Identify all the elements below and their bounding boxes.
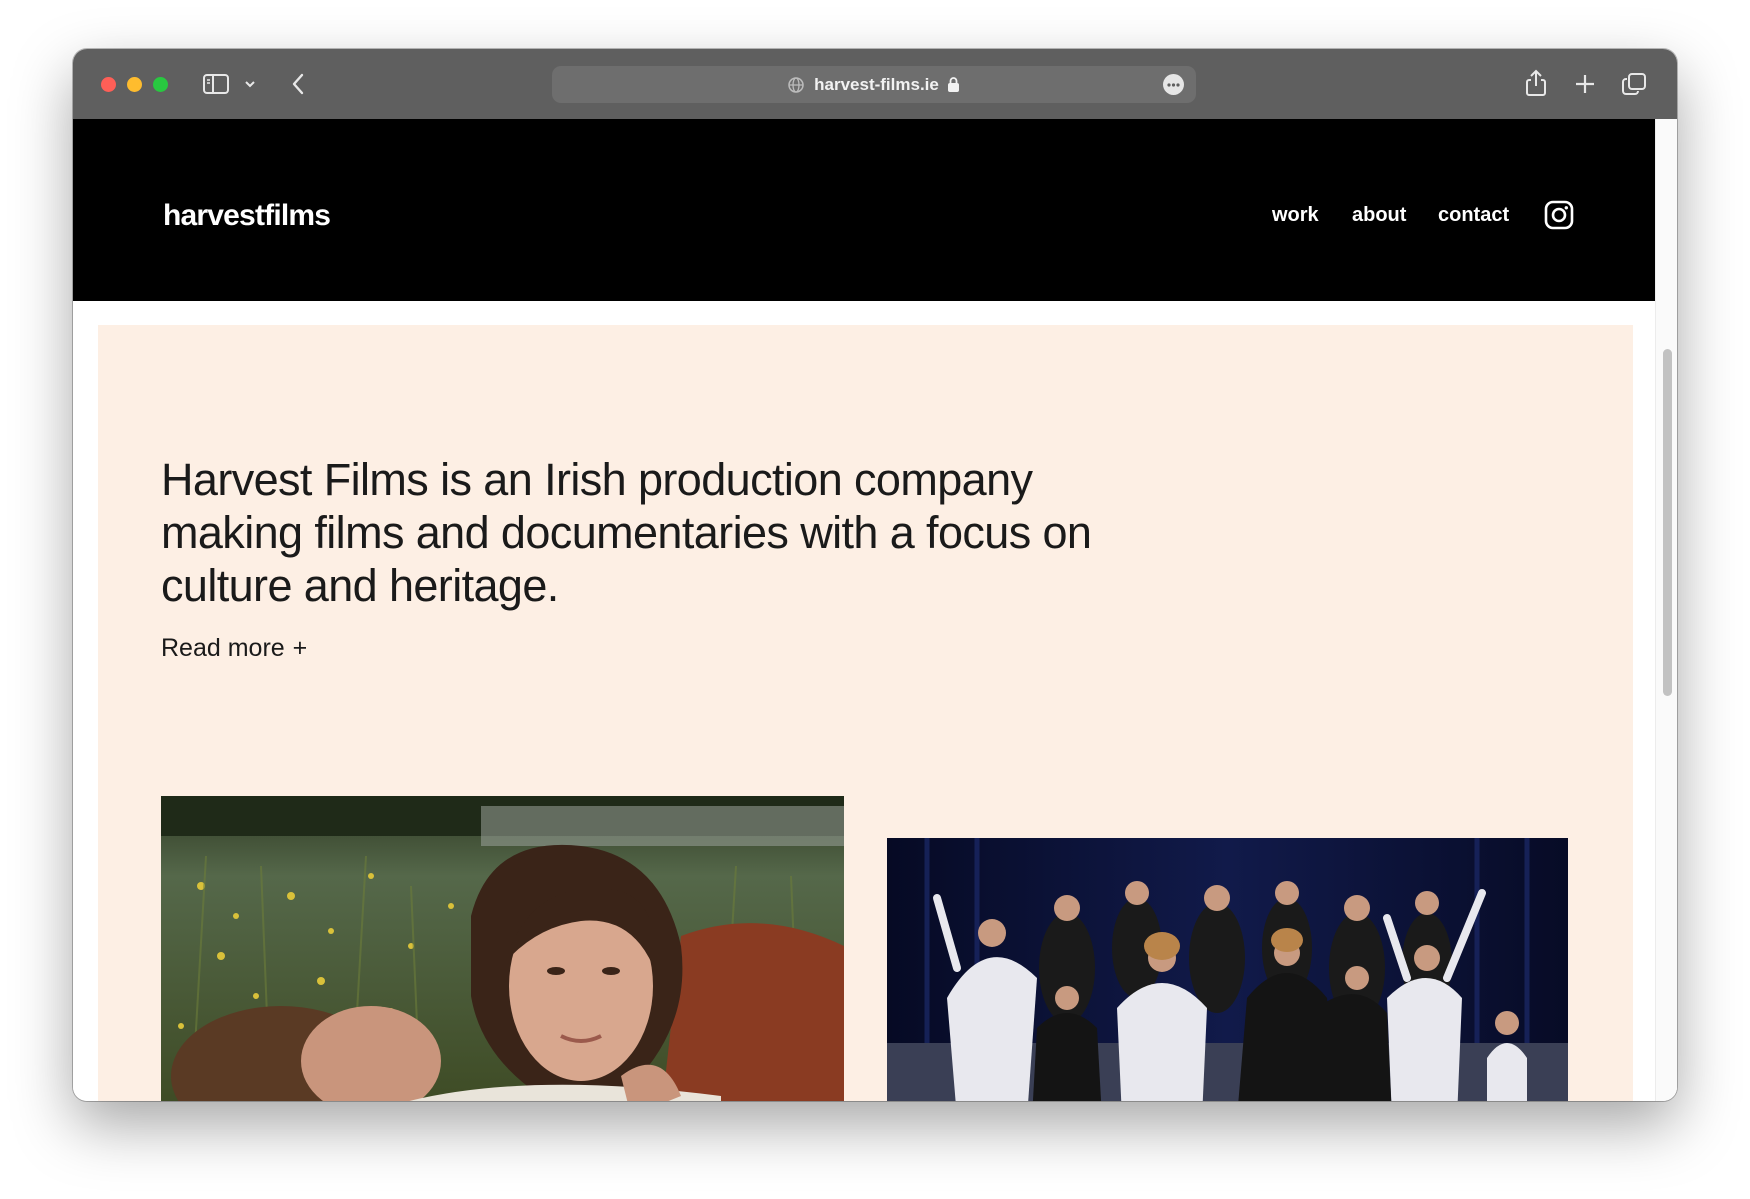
nav-work[interactable]: work — [1272, 205, 1319, 225]
instagram-icon[interactable] — [1544, 200, 1574, 230]
page-scrollbar[interactable] — [1655, 119, 1677, 1101]
plus-icon[interactable] — [1573, 72, 1597, 96]
browser-window: harvest-films.ie harvestfilms work about… — [73, 49, 1677, 1101]
maximize-window-button[interactable] — [153, 77, 168, 92]
film-thumbnail-meadow[interactable] — [161, 796, 844, 1101]
page-viewport: harvestfilms work about contact Harvest … — [73, 119, 1677, 1101]
close-window-button[interactable] — [101, 77, 116, 92]
sidebar-toggle-icon[interactable] — [201, 71, 231, 97]
tab-overview-icon[interactable] — [1620, 71, 1648, 97]
share-icon[interactable] — [1523, 68, 1549, 98]
nav-about[interactable]: about — [1352, 205, 1406, 225]
minimize-window-button[interactable] — [127, 77, 142, 92]
globe-icon — [787, 76, 805, 94]
chevron-left-icon[interactable] — [287, 71, 309, 97]
read-more-label: Read more — [161, 634, 285, 662]
address-bar[interactable]: harvest-films.ie — [552, 66, 1196, 103]
lock-icon — [947, 76, 961, 93]
read-more-link[interactable]: Read more + — [161, 636, 307, 661]
film-thumbnail-stage[interactable] — [887, 838, 1568, 1101]
chevron-down-icon[interactable] — [243, 76, 257, 92]
browser-toolbar: harvest-films.ie — [73, 49, 1677, 120]
site-logo[interactable]: harvestfilms — [163, 201, 331, 231]
nav-contact[interactable]: contact — [1438, 205, 1509, 225]
url-text: harvest-films.ie — [814, 74, 939, 94]
hero-section: Harvest Films is an Irish production com… — [98, 325, 1633, 1101]
site-header: harvestfilms work about contact — [73, 119, 1656, 301]
plus-icon: + — [292, 634, 308, 662]
hero-headline: Harvest Films is an Irish production com… — [161, 454, 1092, 611]
ellipsis-icon[interactable] — [1163, 74, 1184, 95]
scrollbar-thumb[interactable] — [1663, 349, 1672, 696]
